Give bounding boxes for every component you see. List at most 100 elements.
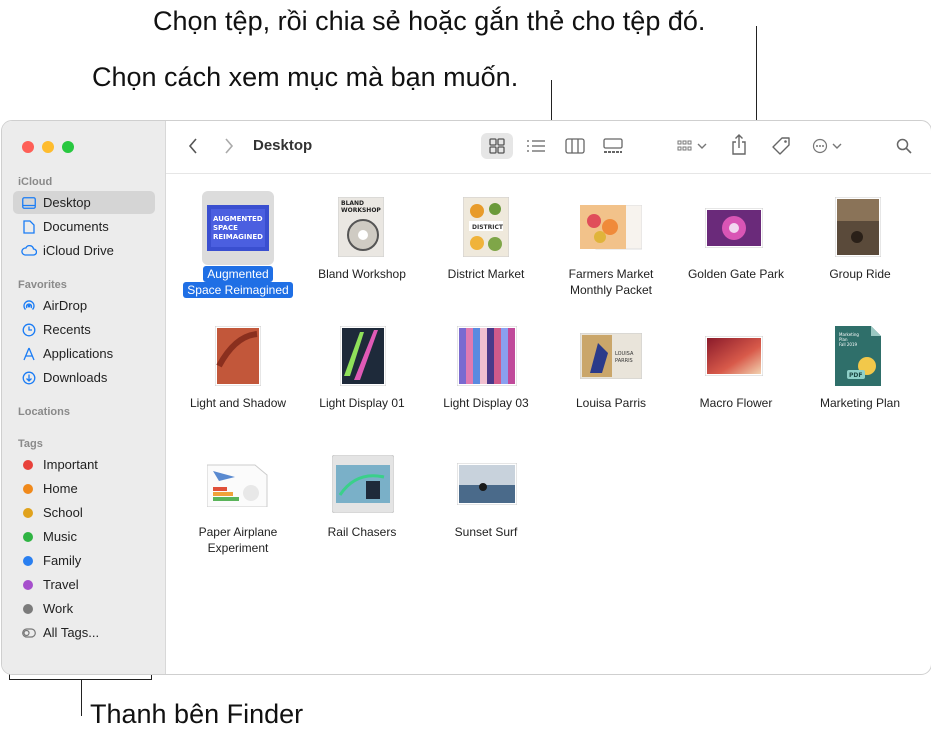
- sidebar-item-icloud-drive[interactable]: iCloud Drive: [13, 239, 155, 262]
- file-thumb-bland-workshop[interactable]: BLAND WORKSHOP: [338, 197, 384, 257]
- sidebar-item-label: Important: [43, 457, 98, 472]
- tag-icon: [772, 137, 790, 155]
- tag-color-dot: [23, 603, 33, 614]
- cloud-icon: [21, 243, 37, 259]
- share-button[interactable]: [729, 132, 749, 158]
- icon-view-button[interactable]: [485, 135, 509, 157]
- sidebar-item-label: Music: [43, 529, 77, 544]
- search-icon: [896, 138, 912, 154]
- svg-text:PDF: PDF: [849, 372, 862, 379]
- sidebar-item-label: Documents: [43, 219, 109, 234]
- file-label[interactable]: Rail Chasers: [300, 524, 424, 540]
- file-label[interactable]: Bland Workshop: [300, 266, 424, 282]
- sidebar-item-label: Applications: [43, 346, 114, 361]
- sidebar-item-downloads[interactable]: Downloads: [13, 366, 155, 389]
- svg-text:DISTRICT: DISTRICT: [472, 224, 504, 231]
- file-thumb-augmented[interactable]: AUGMENTED SPACE REIMAGINED: [207, 205, 269, 251]
- sidebar-item-label: Desktop: [43, 195, 91, 210]
- file-label[interactable]: Sunset Surf: [424, 524, 548, 540]
- finder-toolbar: Desktop: [166, 121, 931, 174]
- file-label[interactable]: Farmers Market Monthly Packet: [549, 266, 673, 298]
- callout-sidebar: Thanh bên Finder: [90, 699, 304, 729]
- file-label[interactable]: Golden Gate Park: [674, 266, 798, 282]
- file-thumb-district-market[interactable]: DISTRICT: [463, 197, 509, 257]
- sidebar-tag-family[interactable]: Family: [13, 549, 155, 572]
- sidebar-tag-important[interactable]: Important: [13, 453, 155, 476]
- sidebar-section-locations[interactable]: Locations: [18, 406, 70, 418]
- sidebar-item-recents[interactable]: Recents: [13, 318, 155, 341]
- tag-button[interactable]: [769, 134, 793, 158]
- file-label[interactable]: Light and Shadow: [176, 395, 300, 411]
- applications-icon: [21, 346, 37, 362]
- sidebar-section-favorites: Favorites: [18, 279, 67, 291]
- file-label[interactable]: Marketing Plan: [798, 395, 922, 411]
- zoom-button[interactable]: [62, 141, 74, 153]
- document-icon: [21, 219, 37, 235]
- svg-text:AUGMENTED: AUGMENTED: [213, 215, 263, 223]
- file-thumb-marketing-plan[interactable]: Marketing Plan Fall 2019 PDF: [835, 326, 883, 386]
- leader-line-share: [756, 26, 757, 125]
- sidebar-item-applications[interactable]: Applications: [13, 342, 155, 365]
- file-label[interactable]: Light Display 03: [424, 395, 548, 411]
- close-button[interactable]: [22, 141, 34, 153]
- sidebar-tag-home[interactable]: Home: [13, 477, 155, 500]
- sidebar-tag-work[interactable]: Work: [13, 597, 155, 620]
- more-actions-menu[interactable]: [807, 135, 847, 157]
- svg-text:BLAND: BLAND: [341, 200, 364, 207]
- sidebar-item-desktop[interactable]: Desktop: [13, 191, 155, 214]
- back-button[interactable]: [184, 135, 202, 157]
- file-label[interactable]: Light Display 01: [300, 395, 424, 411]
- tag-color-dot: [23, 483, 33, 494]
- sidebar-tag-travel[interactable]: Travel: [13, 573, 155, 596]
- file-label[interactable]: Louisa Parris: [549, 395, 673, 411]
- tag-color-dot: [23, 531, 33, 542]
- window-title: Desktop: [253, 137, 313, 154]
- forward-button[interactable]: [220, 135, 238, 157]
- sidebar-item-label: Home: [43, 481, 78, 496]
- file-thumb-group-ride[interactable]: [835, 197, 881, 257]
- svg-text:SPACE: SPACE: [213, 224, 238, 232]
- gallery-view-button[interactable]: [600, 135, 626, 157]
- svg-text:LOUISA: LOUISA: [615, 351, 634, 357]
- sidebar-tag-school[interactable]: School: [13, 501, 155, 524]
- tag-color-dot: [23, 459, 33, 470]
- tag-color-dot: [23, 507, 33, 518]
- sidebar-item-label: AirDrop: [43, 298, 88, 313]
- minimize-button[interactable]: [42, 141, 54, 153]
- tag-color-dot: [23, 579, 33, 590]
- file-label[interactable]: Paper Airplane Experiment: [176, 524, 300, 556]
- sidebar-item-label: Family: [43, 553, 82, 568]
- column-view-button[interactable]: [563, 135, 587, 157]
- clock-icon: [21, 322, 37, 338]
- sidebar-tag-music[interactable]: Music: [13, 525, 155, 548]
- file-label[interactable]: District Market: [424, 266, 548, 282]
- list-view-button[interactable]: [524, 135, 548, 157]
- file-thumb-louisa-parris[interactable]: LOUISA PARRIS: [580, 333, 642, 379]
- file-thumb-light-and-shadow[interactable]: [215, 326, 261, 386]
- sidebar-all-tags[interactable]: All Tags...: [13, 621, 155, 644]
- file-thumb-golden-gate-park[interactable]: [705, 208, 763, 248]
- search-button[interactable]: [892, 135, 916, 157]
- sidebar-item-airdrop[interactable]: AirDrop: [13, 294, 155, 317]
- group-by-menu[interactable]: [672, 135, 712, 157]
- group-icon: [677, 140, 692, 151]
- airdrop-icon: [21, 298, 37, 314]
- file-thumb-sunset-surf[interactable]: [457, 463, 517, 505]
- sidebar-section-tags[interactable]: Tags: [18, 438, 43, 450]
- file-label[interactable]: Group Ride: [798, 266, 922, 282]
- tag-color-dot: [23, 555, 33, 566]
- file-thumb-paper-airplane[interactable]: [207, 461, 269, 507]
- column-view-icon: [565, 138, 585, 154]
- file-thumb-rail-chasers[interactable]: [332, 455, 394, 513]
- file-thumb-macro-flower[interactable]: [705, 336, 763, 376]
- file-thumb-light-display-03[interactable]: [457, 326, 517, 386]
- svg-text:REIMAGINED: REIMAGINED: [213, 233, 263, 241]
- sidebar-section-icloud: iCloud: [18, 176, 53, 188]
- file-thumb-farmers-market[interactable]: [580, 205, 642, 251]
- chevron-left-icon: [188, 138, 197, 154]
- file-label[interactable]: Augmented Space Reimagined: [176, 266, 300, 298]
- file-label[interactable]: Macro Flower: [674, 395, 798, 411]
- file-thumb-light-display-01[interactable]: [340, 326, 386, 386]
- sidebar-item-documents[interactable]: Documents: [13, 215, 155, 238]
- svg-text:Fall 2019: Fall 2019: [839, 342, 858, 347]
